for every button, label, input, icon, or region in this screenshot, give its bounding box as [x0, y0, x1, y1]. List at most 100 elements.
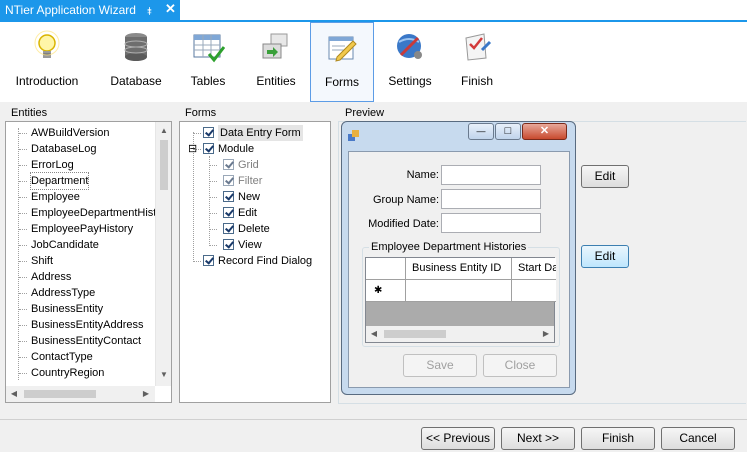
- previous-button[interactable]: << Previous: [421, 427, 495, 450]
- form-checkbox[interactable]: [223, 159, 234, 170]
- entity-item[interactable]: Employee: [31, 189, 80, 205]
- form-item-label[interactable]: Module: [218, 141, 254, 157]
- form-checkbox[interactable]: [223, 175, 234, 186]
- modified-date-label: Modified Date:: [368, 218, 439, 230]
- settings-icon: [393, 30, 427, 64]
- form-checkbox[interactable]: [203, 143, 214, 154]
- entity-item[interactable]: JobCandidate: [31, 237, 99, 253]
- finish-icon: [460, 30, 494, 64]
- lightbulb-icon: [30, 30, 64, 64]
- grid-cell[interactable]: [406, 280, 512, 302]
- entity-item[interactable]: EmployeePayHistory: [31, 221, 133, 237]
- form-item-label[interactable]: View: [238, 237, 262, 253]
- step-label: Settings: [388, 74, 432, 88]
- app-window-icon: [348, 130, 360, 142]
- entity-item[interactable]: ErrorLog: [31, 157, 74, 173]
- entity-item[interactable]: ContactType: [31, 349, 93, 365]
- minimize-button[interactable]: —: [468, 123, 494, 140]
- entity-item[interactable]: BusinessEntityAddress: [31, 317, 144, 333]
- form-checkbox[interactable]: [223, 223, 234, 234]
- step-label: Forms: [325, 75, 359, 89]
- forms-tree[interactable]: Data Entry Form ⊟ Module Grid Filter New Edit D…: [179, 121, 331, 403]
- step-introduction[interactable]: Introduction: [6, 22, 88, 102]
- group-name-field[interactable]: [441, 189, 541, 209]
- form-checkbox[interactable]: [203, 255, 214, 266]
- entity-item[interactable]: BusinessEntity: [31, 301, 103, 317]
- collapse-icon[interactable]: ⊟: [188, 141, 197, 157]
- entity-item[interactable]: EmployeeDepartmentHist: [31, 205, 156, 221]
- tab-title: NTier Application Wizard: [5, 3, 136, 17]
- form-item-label[interactable]: New: [238, 189, 260, 205]
- close-button[interactable]: Close: [483, 354, 557, 377]
- scroll-right-icon[interactable]: ▶: [538, 329, 554, 338]
- entity-item[interactable]: Department: [29, 172, 90, 190]
- cancel-button[interactable]: Cancel: [661, 427, 735, 450]
- edit-grid-button[interactable]: Edit: [581, 245, 629, 268]
- name-label: Name:: [406, 169, 439, 181]
- entity-item[interactable]: Address: [31, 269, 71, 285]
- step-database[interactable]: Database: [104, 22, 168, 102]
- close-tab-icon[interactable]: ✕: [165, 1, 176, 17]
- form-icon: [325, 31, 359, 65]
- step-label: Introduction: [15, 74, 79, 88]
- form-checkbox[interactable]: [223, 239, 234, 250]
- entities-horizontal-scrollbar[interactable]: ◀ ▶: [6, 386, 155, 402]
- scroll-thumb[interactable]: [24, 390, 96, 398]
- name-field[interactable]: [441, 165, 541, 185]
- footer-divider: [0, 419, 747, 420]
- forms-group-label: Forms: [185, 107, 217, 119]
- grid-corner-header: [366, 258, 406, 280]
- entities-group-label: Entities: [11, 107, 48, 119]
- form-item-label[interactable]: Filter: [238, 173, 262, 189]
- step-tables[interactable]: Tables: [180, 22, 236, 102]
- wizard-tab[interactable]: NTier Application Wizard ⯒ ✕: [0, 0, 180, 20]
- database-icon: [119, 30, 153, 64]
- scroll-right-icon[interactable]: ▶: [138, 389, 154, 398]
- pin-icon[interactable]: ⯒: [147, 3, 152, 22]
- grid-column-header[interactable]: Business Entity ID: [406, 258, 512, 280]
- finish-button[interactable]: Finish: [581, 427, 655, 450]
- form-checkbox[interactable]: [223, 207, 234, 218]
- document-tab-strip: NTier Application Wizard ⯒ ✕: [0, 0, 747, 22]
- step-settings[interactable]: Settings: [382, 22, 438, 102]
- form-item-label[interactable]: Delete: [238, 221, 270, 237]
- form-item-label[interactable]: Record Find Dialog: [218, 253, 312, 269]
- scroll-thumb[interactable]: [160, 140, 168, 190]
- form-item-label[interactable]: Grid: [238, 157, 259, 173]
- close-window-button[interactable]: ✕: [522, 123, 567, 140]
- scroll-up-icon[interactable]: ▲: [156, 126, 172, 135]
- step-entities[interactable]: Entities: [246, 22, 306, 102]
- grid-column-header[interactable]: Start Date: [512, 258, 556, 280]
- scroll-down-icon[interactable]: ▼: [156, 370, 172, 379]
- histories-grid[interactable]: Business Entity ID Start Date ✱ ◀ ▶: [365, 257, 556, 343]
- preview-group-label: Preview: [345, 107, 385, 119]
- form-item-label[interactable]: Edit: [238, 205, 257, 221]
- entities-icon: [259, 30, 293, 64]
- group-name-label: Group Name:: [372, 194, 439, 206]
- scroll-thumb[interactable]: [384, 330, 446, 338]
- step-forms[interactable]: Forms: [310, 22, 374, 102]
- entity-item[interactable]: CountryRegion: [31, 365, 104, 381]
- entity-item[interactable]: DatabaseLog: [31, 141, 96, 157]
- grid-horizontal-scrollbar[interactable]: ◀ ▶: [366, 326, 554, 342]
- entities-vertical-scrollbar[interactable]: ▲ ▼: [155, 122, 171, 386]
- form-checkbox[interactable]: [223, 191, 234, 202]
- entity-item[interactable]: BusinessEntityContact: [31, 333, 141, 349]
- scroll-left-icon[interactable]: ◀: [6, 389, 22, 398]
- entity-item[interactable]: Shift: [31, 253, 53, 269]
- entity-item[interactable]: AddressType: [31, 285, 95, 301]
- entities-tree[interactable]: AWBuildVersion DatabaseLog ErrorLog Departm…: [5, 121, 172, 403]
- step-label: Entities: [256, 74, 296, 88]
- entity-item[interactable]: AWBuildVersion: [31, 125, 109, 141]
- form-item-label[interactable]: Data Entry Form: [218, 125, 303, 141]
- save-button[interactable]: Save: [403, 354, 477, 377]
- edit-fields-button[interactable]: Edit: [581, 165, 629, 188]
- wizard-steps-toolbar: Introduction Database Tables Entities Fo…: [0, 22, 747, 102]
- scroll-left-icon[interactable]: ◀: [366, 329, 382, 338]
- form-checkbox[interactable]: [203, 127, 214, 138]
- grid-cell[interactable]: [512, 280, 556, 302]
- maximize-button[interactable]: □: [495, 123, 521, 140]
- next-button[interactable]: Next >>: [501, 427, 575, 450]
- step-finish[interactable]: Finish: [450, 22, 504, 102]
- modified-date-field[interactable]: [441, 213, 541, 233]
